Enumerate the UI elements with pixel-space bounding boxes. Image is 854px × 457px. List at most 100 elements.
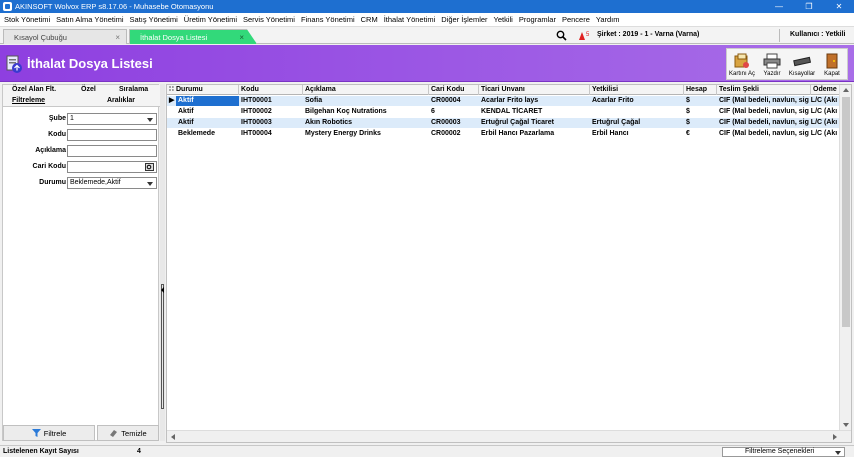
cari-input[interactable] <box>67 161 157 173</box>
cell-durum[interactable]: Aktif <box>176 96 239 106</box>
cell-yetkilisi[interactable]: Acarlar Frito <box>590 96 684 106</box>
menu-yetkili[interactable]: Yetkili <box>494 15 513 24</box>
column-header-teslim-sekli[interactable]: Teslim Şekli <box>717 85 811 95</box>
column-header-durum[interactable]: ∷ Durumu <box>167 85 239 95</box>
cell-hesap[interactable]: $ <box>684 118 717 128</box>
menu-servis[interactable]: Servis Yönetimi <box>243 15 295 24</box>
cell-hesap[interactable]: € <box>684 129 717 139</box>
cell-kodu[interactable]: IHT00004 <box>239 129 303 139</box>
cell-yetkilisi[interactable]: Erbil Hancı <box>590 129 684 139</box>
menu-uretim[interactable]: Üretim Yönetimi <box>184 15 237 24</box>
sube-label: Şube <box>48 115 66 122</box>
cell-kodu[interactable]: IHT00001 <box>239 96 303 106</box>
menu-diger[interactable]: Diğer İşlemler <box>441 15 487 24</box>
menu-stok[interactable]: Stok Yönetimi <box>4 15 50 24</box>
cell-aciklama[interactable]: Akın Robotics <box>303 118 429 128</box>
menu-pencere[interactable]: Pencere <box>562 15 590 24</box>
cell-durum[interactable]: Aktif <box>176 118 239 128</box>
close-tab-icon[interactable]: × <box>239 33 244 42</box>
cell-kodu[interactable]: IHT00002 <box>239 107 303 117</box>
table-row[interactable]: Aktif IHT00003 Akın Robotics CR00003 Ert… <box>167 118 851 128</box>
cell-yetkilisi[interactable] <box>590 107 684 117</box>
tab-siralama[interactable]: Sıralama <box>119 86 148 93</box>
tab-araliklar[interactable]: Aralıklar <box>107 97 135 104</box>
cell-aciklama[interactable]: Sofia <box>303 96 429 106</box>
page-header: İthalat Dosya Listesi Kartını Aç Yazdır … <box>0 45 854 82</box>
splitter-grip[interactable] <box>161 284 164 409</box>
open-card-button[interactable]: Kartını Aç <box>727 49 757 79</box>
row-indicator-icon: ▶ <box>169 97 175 104</box>
horizontal-scrollbar[interactable] <box>167 430 851 442</box>
shortcuts-button[interactable]: Kısayollar <box>787 49 817 79</box>
vertical-scrollbar[interactable] <box>839 85 851 430</box>
cell-hesap[interactable]: $ <box>684 96 717 106</box>
scroll-right-icon[interactable] <box>833 434 837 440</box>
kodu-input[interactable] <box>67 129 157 141</box>
cell-cari-kodu[interactable]: CR00004 <box>429 96 479 106</box>
cell-ticari-unvan[interactable]: KENDAL TİCARET <box>479 107 590 117</box>
scroll-thumb[interactable] <box>842 97 850 327</box>
tab-ithalat-dosya[interactable]: İthalat Dosya Listesi × <box>129 29 257 44</box>
cell-ticari-unvan[interactable]: Ertuğrul Çağal Ticaret <box>479 118 590 128</box>
table-row[interactable]: Beklemede IHT00004 Mystery Energy Drinks… <box>167 129 851 139</box>
column-header-aciklama[interactable]: Açıklama <box>303 85 429 95</box>
filter-options-dropdown[interactable]: Filtreleme Seçenekleri <box>722 447 845 457</box>
scroll-left-icon[interactable] <box>171 434 175 440</box>
panel-splitter[interactable] <box>160 84 165 441</box>
sube-select[interactable]: 1 <box>67 113 157 125</box>
column-header-cari-kodu[interactable]: Cari Kodu <box>429 85 479 95</box>
alarm-icon[interactable]: 5 <box>578 30 592 41</box>
table-row[interactable]: Aktif IHT00002 Bilgehan Koç Nutrations 6… <box>167 107 851 117</box>
menu-satis[interactable]: Satış Yönetimi <box>130 15 178 24</box>
table-row[interactable]: ▶ Aktif IHT00001 Sofia CR00004 Acarlar F… <box>167 96 851 106</box>
tab-filtreleme[interactable]: Filtreleme <box>12 97 45 104</box>
scroll-up-icon[interactable] <box>843 88 849 92</box>
cell-aciklama[interactable]: Bilgehan Koç Nutrations <box>303 107 429 117</box>
clear-button[interactable]: Temizle <box>97 425 159 441</box>
menu-crm[interactable]: CRM <box>361 15 378 24</box>
column-header-yetkilisi[interactable]: Yetkilisi <box>590 85 684 95</box>
tab-ozel-alan-filtre[interactable]: Özel Alan Flt. <box>12 86 56 93</box>
close-tab-icon[interactable]: × <box>115 33 120 42</box>
menu-yardim[interactable]: Yardım <box>596 15 620 24</box>
print-button[interactable]: Yazdır <box>757 49 787 79</box>
column-header-ticari-unvan[interactable]: Ticari Unvanı <box>479 85 590 95</box>
cell-durum[interactable]: Aktif <box>176 107 239 117</box>
cell-aciklama[interactable]: Mystery Energy Drinks <box>303 129 429 139</box>
menu-programlar[interactable]: Programlar <box>519 15 556 24</box>
cell-ticari-unvan[interactable]: Erbil Hancı Pazarlama <box>479 129 590 139</box>
search-icon[interactable] <box>556 30 567 41</box>
cell-cari-kodu[interactable]: CR00002 <box>429 129 479 139</box>
chevron-down-icon <box>147 182 153 186</box>
aciklama-input[interactable] <box>67 145 157 157</box>
cell-cari-kodu[interactable]: 6 <box>429 107 479 117</box>
menu-ithalat[interactable]: İthalat Yönetimi <box>384 15 436 24</box>
close-window-button[interactable]: ✕ <box>824 0 854 13</box>
cell-teslim-sekli[interactable]: CIF (Mal bedeli, navlun, sig L/C (Akı <box>717 129 851 139</box>
cell-durum[interactable]: Beklemede <box>176 129 239 139</box>
cell-teslim-sekli[interactable]: CIF (Mal bedeli, navlun, sig L/C (Akı <box>717 96 851 106</box>
cell-yetkilisi[interactable]: Ertuğrul Çağal <box>590 118 684 128</box>
close-button[interactable]: Kapat <box>817 49 847 79</box>
cell-teslim-sekli[interactable]: CIF (Mal bedeli, navlun, sig L/C (Akı <box>717 107 851 117</box>
tab-ozel[interactable]: Özel <box>81 86 96 93</box>
minimize-button[interactable]: — <box>764 0 794 13</box>
maximize-button[interactable]: ❐ <box>794 0 824 13</box>
cell-teslim-sekli[interactable]: CIF (Mal bedeli, navlun, sig L/C (Akı <box>717 118 851 128</box>
column-header-kodu[interactable]: Kodu <box>239 85 303 95</box>
cell-ticari-unvan[interactable]: Acarlar Frito lays <box>479 96 590 106</box>
collapse-arrow-icon[interactable] <box>161 287 164 293</box>
open-card-icon <box>734 53 749 68</box>
lookup-icon[interactable] <box>145 163 154 171</box>
tab-kisayol[interactable]: Kısayol Çubuğu × <box>3 29 127 44</box>
cell-cari-kodu[interactable]: CR00003 <box>429 118 479 128</box>
shortcuts-label: Kısayollar <box>788 71 816 77</box>
filter-button[interactable]: Filtrele <box>3 425 95 441</box>
column-header-hesap[interactable]: Hesap <box>684 85 717 95</box>
menu-satin-alma[interactable]: Satın Alma Yönetimi <box>56 15 123 24</box>
cell-kodu[interactable]: IHT00003 <box>239 118 303 128</box>
durum-select[interactable]: Beklemede,Aktif <box>67 177 157 189</box>
menu-finans[interactable]: Finans Yönetimi <box>301 15 355 24</box>
cell-hesap[interactable]: $ <box>684 107 717 117</box>
scroll-down-icon[interactable] <box>843 423 849 427</box>
